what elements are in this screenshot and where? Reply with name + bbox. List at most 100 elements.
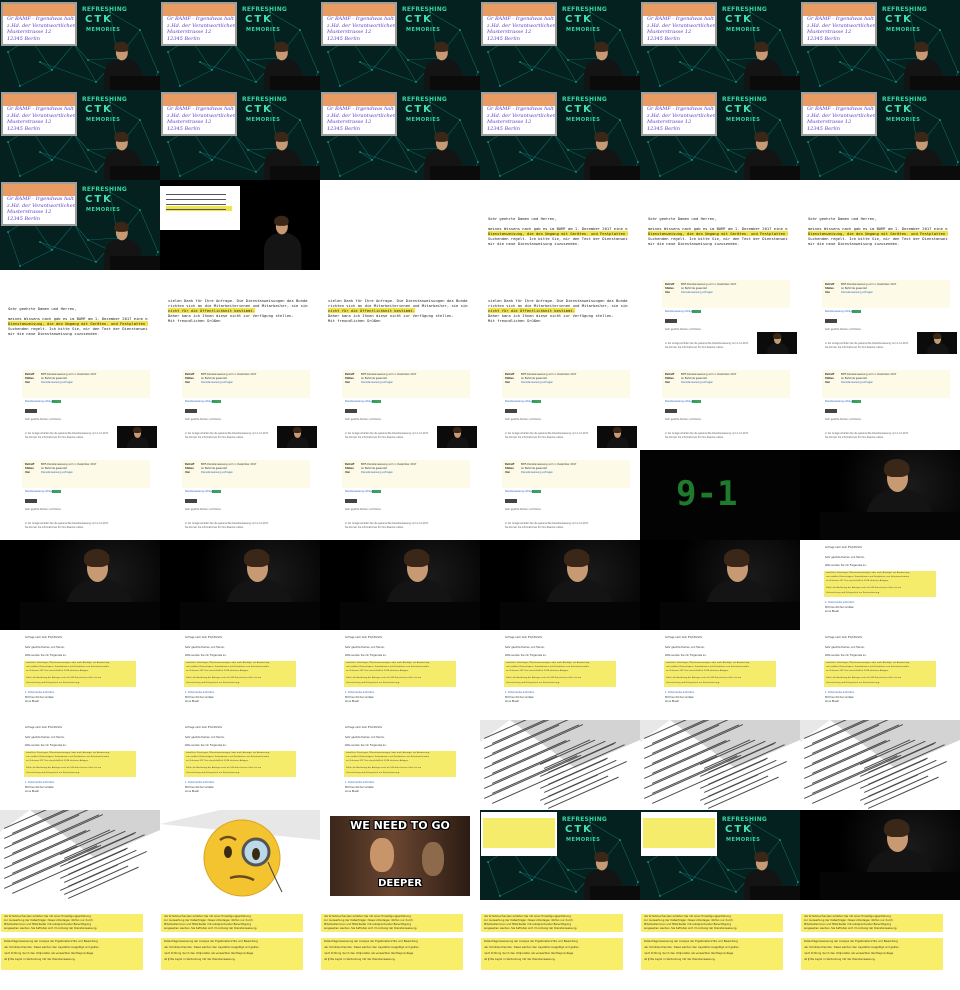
thumbnail-talk[interactable]: Gr BAMF - Irgendwas halt Str. z.Hd. der V… [0,0,160,90]
reply-button[interactable] [825,319,837,323]
reply-button[interactable] [345,409,357,413]
thumbnail-scan[interactable] [640,720,800,810]
thumbnail-talk[interactable]: Gr BAMF - Irgendwas halt Str. z.Hd. der V… [480,90,640,180]
thumbnail-mail-c[interactable]: Betreff BMF-Dienstanweisung vom 1. Dezemb… [160,450,320,540]
reply-button[interactable] [825,409,837,413]
reply-button[interactable] [25,409,37,413]
thumbnail-req[interactable]: Anfrage nach dem IFG/UIG/VIG Sehr geehrte… [0,720,160,810]
thumbnail-talk[interactable]: Gr BAMF - Irgendwas halt Str. z.Hd. der V… [640,90,800,180]
thumbnail-mail-b[interactable]: Betreff BMF-Dienstanweisung vom 1. Dezemb… [640,360,800,450]
thumbnail-bigy[interactable]: die Schutzsuchenden erhalten Sie mit ein… [640,900,800,990]
reply-button[interactable] [345,499,357,503]
mail-link[interactable]: Dienstanweisung anfragen [665,310,694,313]
thumbnail-speaker[interactable] [800,450,960,540]
thumbnail-req[interactable]: Anfrage nach dem IFG/UIG/VIG Sehr geehrte… [480,630,640,720]
mail-link[interactable]: Dienstanweisung anfragen [185,400,214,403]
thumbnail-speaker[interactable] [640,540,800,630]
thumbnail-mail-a[interactable]: Betreff BMF-Dienstanweisung vom 1. Dezemb… [160,360,320,450]
thumbnail-req[interactable]: Anfrage nach dem IFG/UIG/VIG Sehr geehrte… [800,630,960,720]
thumbnail-talk[interactable]: Gr BAMF - Irgendwas halt Str. z.Hd. der V… [800,90,960,180]
thumbnail-mail-a[interactable]: Betreff BMF-Dienstanweisung vom 1. Dezemb… [0,360,160,450]
request-link[interactable]: 1. Dokumente anfordern [345,691,374,694]
thumbnail-req[interactable]: Anfrage nach dem IFG/UIG/VIG Sehr geehrte… [160,720,320,810]
mail-link[interactable]: Dienstanweisung anfragen [25,490,54,493]
thumbnail-req[interactable]: Anfrage nach dem IFG/UIG/VIG Sehr geehrte… [320,630,480,720]
mail-link[interactable]: Dienstanweisung anfragen [185,490,214,493]
thumbnail-talk[interactable]: Gr BAMF - Irgendwas halt Str. z.Hd. der V… [640,0,800,90]
thumbnail-mail-c[interactable]: Betreff BMF-Dienstanweisung vom 1. Dezemb… [480,450,640,540]
thumbnail-mail-top[interactable]: Betreff BMF-Dienstanweisung vom 1. Dezemb… [800,270,960,360]
thumbnail-meme[interactable]: WE NEED TO GO DEEPER [320,810,480,900]
thumbnail-talk[interactable]: Gr BAMF - Irgendwas halt Str. z.Hd. der V… [320,90,480,180]
request-link[interactable]: 1. Dokumente anfordern [25,691,54,694]
reply-button[interactable] [505,499,517,503]
mail-link[interactable]: Dienstanweisung anfragen [825,400,854,403]
thumbnail-speaker[interactable] [0,540,160,630]
reply-button[interactable] [185,409,197,413]
thumbnail-req[interactable]: Anfrage nach dem IFG/UIG/VIG Sehr geehrte… [640,630,800,720]
thumbnail-reply[interactable]: vielen Dank für Ihre Anfrage. Die Dienst… [320,270,480,360]
thumbnail-talk[interactable]: Gr BAMF - Irgendwas halt Str. z.Hd. der V… [160,90,320,180]
thumbnail-pixel[interactable]: 9-1 [640,450,800,540]
reply-button[interactable] [505,409,517,413]
reply-button[interactable] [665,409,677,413]
thumbnail-speaker[interactable] [480,540,640,630]
thumbnail-letter[interactable]: Sehr geehrte Damen und Herren, meines Wis… [0,270,160,360]
mail-link[interactable]: Dienstanweisung anfragen [345,400,374,403]
request-link[interactable]: 1. Dokumente anfordern [345,781,374,784]
thumbnail-talk[interactable]: Gr BAMF - Irgendwas halt Str. z.Hd. der V… [800,0,960,90]
reply-button[interactable] [185,499,197,503]
thumbnail-bigy[interactable]: die Schutzsuchenden erhalten Sie mit ein… [480,900,640,990]
thumbnail-talk[interactable]: Gr BAMF - Irgendwas halt Str. z.Hd. der V… [160,0,320,90]
request-link[interactable]: 1. Dokumente anfordern [185,691,214,694]
thumbnail-reply[interactable]: vielen Dank für Ihre Anfrage. Die Dienst… [480,270,640,360]
thumbnail-req[interactable]: Anfrage nach dem IFG/UIG/VIG Sehr geehrte… [800,540,960,630]
thumbnail-mail-c[interactable]: Betreff BMF-Dienstanweisung vom 1. Dezemb… [0,450,160,540]
thumbnail-talk[interactable]: Gr BAMF - Irgendwas halt Str. z.Hd. der V… [480,0,640,90]
request-link[interactable]: 1. Dokumente anfordern [665,691,694,694]
request-link[interactable]: 1. Dokumente anfordern [505,691,534,694]
thumbnail-bigy[interactable]: die Schutzsuchenden erhalten Sie mit ein… [320,900,480,990]
request-link[interactable]: 1. Dokumente anfordern [185,781,214,784]
thumbnail-talk-small[interactable] [160,180,320,270]
thumbnail-req[interactable]: Anfrage nach dem IFG/UIG/VIG Sehr geehrte… [0,630,160,720]
thumbnail-blank[interactable] [320,180,480,270]
thumbnail-speaker[interactable] [800,810,960,900]
thumbnail-scan[interactable] [800,720,960,810]
thumbnail-bigy[interactable]: die Schutzsuchenden erhalten Sie mit ein… [0,900,160,990]
mail-link[interactable]: Dienstanweisung anfragen [825,310,854,313]
thumbnail-speaker[interactable] [320,540,480,630]
thumbnail-mail-a[interactable]: Betreff BMF-Dienstanweisung vom 1. Dezemb… [480,360,640,450]
thumbnail-letter[interactable]: Sehr geehrte Damen und Herren, meines Wis… [640,180,800,270]
request-link[interactable]: 1. Dokumente anfordern [825,691,854,694]
thumbnail-letter[interactable]: Sehr geehrte Damen und Herren, meines Wis… [480,180,640,270]
request-link[interactable]: 1. Dokumente anfordern [25,781,54,784]
thumbnail-scan[interactable] [0,810,160,900]
thumbnail-scan[interactable] [480,720,640,810]
thumbnail-mail-top[interactable]: Betreff BMF-Dienstanweisung vom 1. Dezemb… [640,270,800,360]
mail-link[interactable]: Dienstanweisung anfragen [665,400,694,403]
thumbnail-reply[interactable]: vielen Dank für Ihre Anfrage. Die Dienst… [160,270,320,360]
request-link[interactable]: 1. Dokumente anfordern [825,601,854,604]
reply-button[interactable] [665,319,677,323]
mail-link[interactable]: Dienstanweisung anfragen [25,400,54,403]
thumbnail-letter[interactable]: Sehr geehrte Damen und Herren, meines Wis… [800,180,960,270]
reply-button[interactable] [25,499,37,503]
thumbnail-bigy[interactable]: die Schutzsuchenden erhalten Sie mit ein… [160,900,320,990]
thumbnail-speaker[interactable] [160,540,320,630]
mail-link[interactable]: Dienstanweisung anfragen [345,490,374,493]
mail-link[interactable]: Dienstanweisung anfragen [505,490,534,493]
thumbnail-mail-b[interactable]: Betreff BMF-Dienstanweisung vom 1. Dezemb… [800,360,960,450]
thumbnail-mail-a[interactable]: Betreff BMF-Dienstanweisung vom 1. Dezemb… [320,360,480,450]
thumbnail-req[interactable]: Anfrage nach dem IFG/UIG/VIG Sehr geehrte… [160,630,320,720]
thumbnail-bigy[interactable]: die Schutzsuchenden erhalten Sie mit ein… [800,900,960,990]
thumbnail-talk-y[interactable]: REFRESHING CTK MEMORIES [640,810,800,900]
thumbnail-talk[interactable]: Gr BAMF - Irgendwas halt Str. z.Hd. der V… [0,90,160,180]
mail-link[interactable]: Dienstanweisung anfragen [505,400,534,403]
thumbnail-emoji[interactable] [160,810,320,900]
thumbnail-talk[interactable]: Gr BAMF - Irgendwas halt Str. z.Hd. der V… [320,0,480,90]
thumbnail-req[interactable]: Anfrage nach dem IFG/UIG/VIG Sehr geehrte… [320,720,480,810]
thumbnail-mail-c[interactable]: Betreff BMF-Dienstanweisung vom 1. Dezemb… [320,450,480,540]
thumbnail-talk-y[interactable]: REFRESHING CTK MEMORIES [480,810,640,900]
thumbnail-talk[interactable]: Gr BAMF - Irgendwas halt Str. z.Hd. der V… [0,180,160,270]
